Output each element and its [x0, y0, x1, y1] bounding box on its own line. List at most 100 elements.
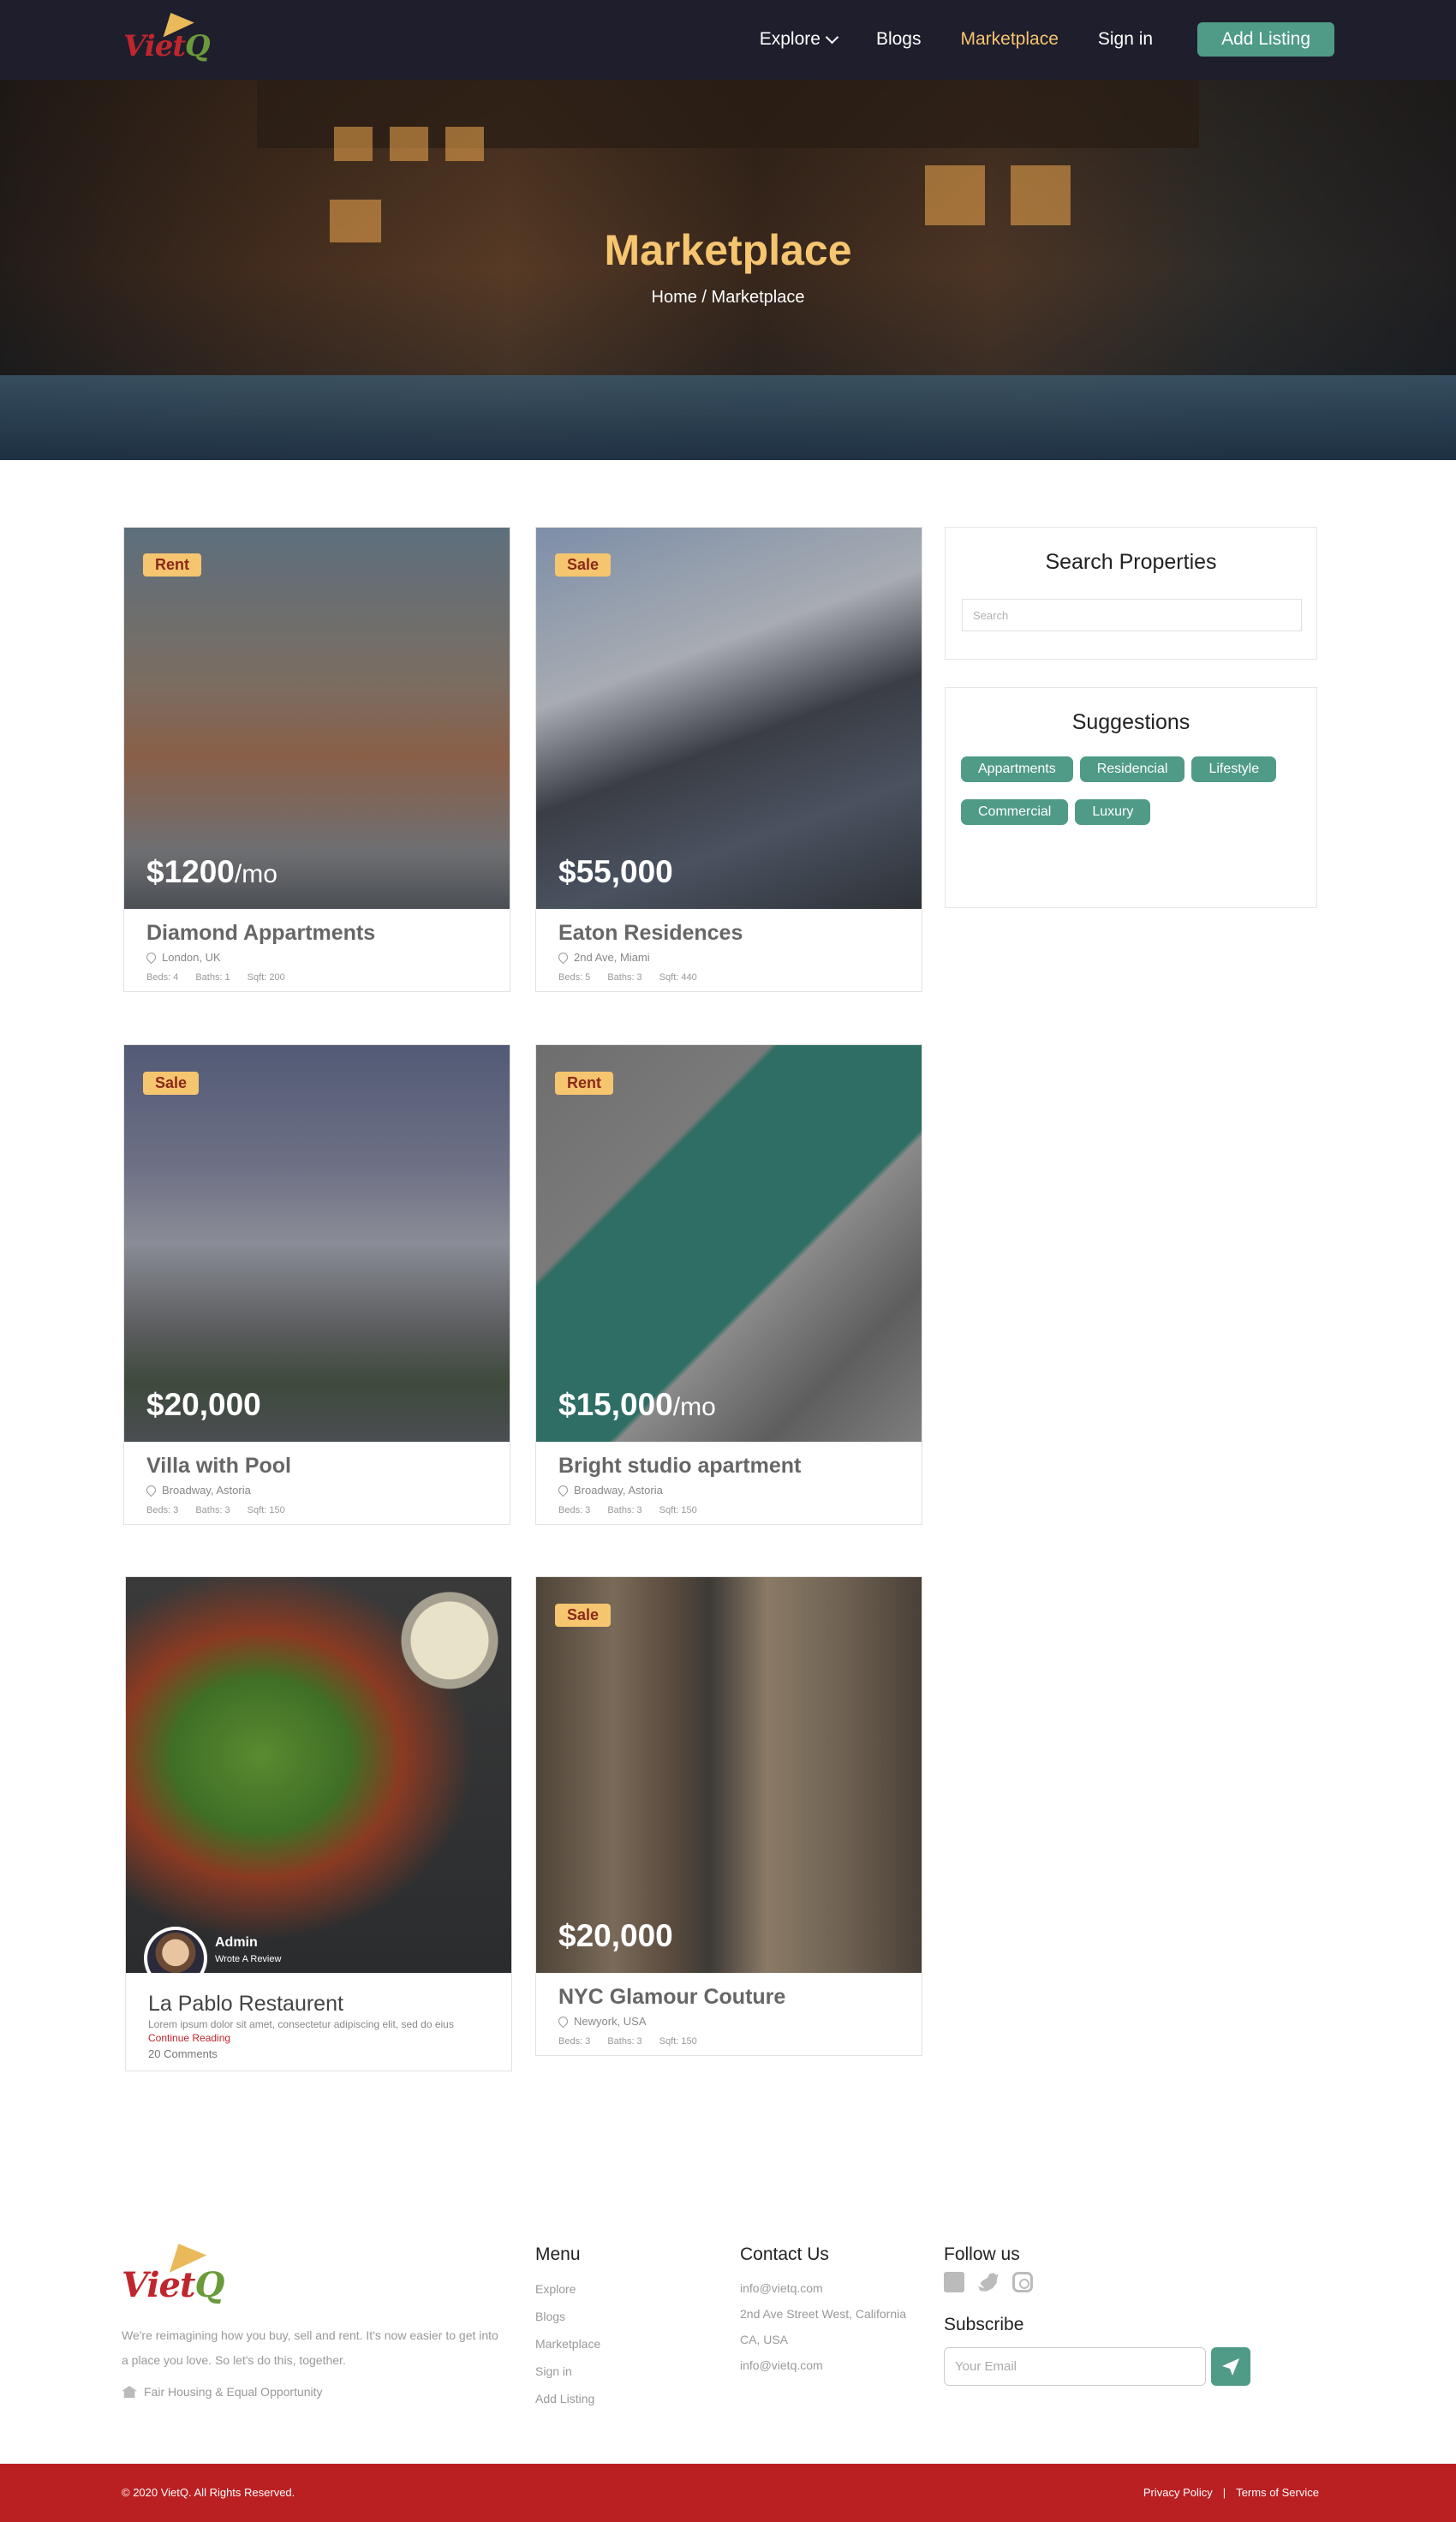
- status-badge: Rent: [143, 553, 201, 577]
- follow-title: Follow us: [944, 2244, 1020, 2264]
- tag-residencial[interactable]: Residencial: [1079, 756, 1185, 782]
- avatar: [144, 1927, 207, 1973]
- footer-contact: Contact Us info@vietq.com 2nd Ave Street…: [740, 2244, 911, 2378]
- vietq-logo[interactable]: VietQ: [122, 5, 211, 67]
- nav-signin[interactable]: Sign in: [1098, 29, 1153, 50]
- navbar: VietQ Explore Blogs Marketplace Sign in …: [0, 0, 1456, 80]
- listing-image[interactable]: Sale $20,000: [536, 1577, 922, 1973]
- privacy-policy-link[interactable]: Privacy Policy: [1143, 2486, 1213, 2499]
- listing-price: $20,000: [558, 1918, 673, 1953]
- footer-link-explore[interactable]: Explore: [535, 2275, 600, 2303]
- footer-link-signin[interactable]: Sign in: [535, 2358, 600, 2385]
- facebook-icon[interactable]: [944, 2272, 964, 2292]
- listing-beds: Beds: 3: [146, 1505, 179, 1515]
- chevron-down-icon: [825, 30, 839, 44]
- listing-price: $1200/mo: [146, 854, 277, 889]
- copyright: © 2020 VietQ. All Rights Reserved.: [122, 2486, 295, 2499]
- nav-marketplace[interactable]: Marketplace: [960, 29, 1058, 50]
- listing-price: $55,000: [558, 854, 673, 889]
- blog-title[interactable]: La Pablo Restaurent: [148, 1992, 489, 2017]
- listing-beds: Beds: 5: [558, 972, 591, 983]
- location-pin-icon: [556, 1483, 570, 1497]
- pool: [0, 375, 1456, 460]
- nav-explore[interactable]: Explore: [760, 29, 839, 50]
- search-input[interactable]: [962, 599, 1302, 631]
- search-widget: Search Properties: [945, 527, 1317, 660]
- tag-commercial[interactable]: Commercial: [961, 799, 1069, 825]
- comment-count[interactable]: 20 Comments: [148, 2047, 489, 2060]
- contact-email[interactable]: info@vietq.com: [740, 2275, 911, 2301]
- tag-luxury[interactable]: Luxury: [1075, 799, 1151, 825]
- listing-title[interactable]: Bright studio apartment: [558, 1454, 899, 1479]
- status-badge: Sale: [555, 1604, 612, 1627]
- suggestions-widget: Suggestions Appartments Residencial Lifest…: [945, 687, 1317, 908]
- blog-image[interactable]: Admin Wrote A Review: [126, 1577, 511, 1973]
- fair-housing-text: Fair Housing & Equal Opportunity: [144, 2385, 323, 2399]
- listing-title[interactable]: NYC Glamour Couture: [558, 1985, 899, 2010]
- tag-lifestyle[interactable]: Lifestyle: [1191, 756, 1277, 782]
- logo-text: VietQ: [123, 29, 211, 63]
- status-badge: Sale: [555, 553, 612, 577]
- listing-title[interactable]: Diamond Appartments: [146, 921, 487, 946]
- blog-excerpt: Lorem ipsum dolor sit amet, consectetur …: [148, 2018, 454, 2030]
- subscribe-button[interactable]: [1211, 2347, 1250, 2386]
- listing-baths: Baths: 1: [195, 972, 230, 983]
- footer-description: We're reimagining how you buy, sell and …: [122, 2328, 498, 2367]
- listing-beds: Beds: 3: [558, 1505, 591, 1515]
- contact-email-secondary[interactable]: info@vietq.com: [740, 2352, 911, 2378]
- listing-title[interactable]: Villa with Pool: [146, 1454, 487, 1479]
- listing-sqft: Sqft: 440: [659, 972, 697, 983]
- continue-reading-link[interactable]: Continue Reading: [148, 2032, 489, 2044]
- listing-image[interactable]: Sale $55,000: [536, 528, 922, 909]
- blog-card[interactable]: Admin Wrote A Review La Pablo Restaurent…: [125, 1576, 512, 2071]
- footer-menu: Menu Explore Blogs Marketplace Sign in A…: [535, 2244, 600, 2412]
- suggestions-title: Suggestions: [1071, 710, 1190, 734]
- listing-price: $15,000/mo: [558, 1387, 716, 1422]
- listing-card[interactable]: Sale $55,000 Eaton Residences 2nd Ave, M…: [535, 527, 922, 992]
- instagram-icon[interactable]: [1012, 2272, 1033, 2292]
- footer-bottom-bar: © 2020 VietQ. All Rights Reserved. Priva…: [0, 2464, 1456, 2522]
- listing-location: London, UK: [162, 951, 221, 964]
- logo-text: VietQ: [122, 2265, 224, 2305]
- location-pin-icon: [556, 950, 570, 965]
- listing-card[interactable]: Sale $20,000 NYC Glamour Couture Newyork…: [535, 1576, 922, 2056]
- listing-baths: Baths: 3: [607, 1505, 642, 1515]
- listing-image[interactable]: Rent $1200/mo: [124, 528, 510, 909]
- contact-address: 2nd Ave Street West, California CA, USA: [740, 2307, 907, 2346]
- listing-beds: Beds: 3: [558, 2036, 591, 2047]
- footer-menu-title: Menu: [535, 2244, 581, 2264]
- send-icon: [1222, 2358, 1239, 2376]
- subscribe-email-input[interactable]: [944, 2347, 1206, 2386]
- listing-price: $20,000: [146, 1387, 261, 1422]
- listing-location: Broadway, Astoria: [162, 1484, 251, 1497]
- location-pin-icon: [144, 950, 158, 965]
- page-title: Marketplace: [604, 226, 852, 274]
- listing-card[interactable]: Rent $15,000/mo Bright studio apartment …: [535, 1044, 922, 1525]
- add-listing-button[interactable]: Add Listing: [1197, 22, 1334, 57]
- status-badge: Rent: [555, 1072, 613, 1095]
- terms-link[interactable]: Terms of Service: [1236, 2486, 1319, 2499]
- footer-link-marketplace[interactable]: Marketplace: [535, 2330, 600, 2358]
- nav-blogs[interactable]: Blogs: [876, 29, 922, 50]
- listing-card[interactable]: Rent $1200/mo Diamond Appartments London…: [123, 527, 510, 992]
- breadcrumb[interactable]: Home / Marketplace: [0, 288, 1456, 308]
- footer-link-add-listing[interactable]: Add Listing: [535, 2385, 600, 2412]
- footer-contact-title: Contact Us: [740, 2244, 829, 2264]
- listing-sqft: Sqft: 200: [247, 972, 285, 983]
- twitter-icon[interactable]: [978, 2273, 999, 2292]
- author-name: Admin: [215, 1935, 258, 1950]
- listing-location: 2nd Ave, Miami: [574, 951, 650, 964]
- status-badge: Sale: [143, 1072, 200, 1095]
- house-icon: [122, 2386, 137, 2398]
- location-pin-icon: [144, 1483, 158, 1497]
- listing-image[interactable]: Sale $20,000: [124, 1045, 510, 1442]
- author-subtitle: Wrote A Review: [215, 1954, 282, 1964]
- listing-image[interactable]: Rent $15,000/mo: [536, 1045, 922, 1442]
- listing-title[interactable]: Eaton Residences: [558, 921, 899, 946]
- footer-link-blogs[interactable]: Blogs: [535, 2303, 600, 2330]
- listing-location: Broadway, Astoria: [574, 1484, 663, 1497]
- tag-appartments[interactable]: Appartments: [961, 756, 1073, 782]
- footer-logo[interactable]: VietQ: [120, 2235, 224, 2311]
- location-pin-icon: [556, 2014, 570, 2029]
- listing-card[interactable]: Sale $20,000 Villa with Pool Broadway, A…: [123, 1044, 510, 1525]
